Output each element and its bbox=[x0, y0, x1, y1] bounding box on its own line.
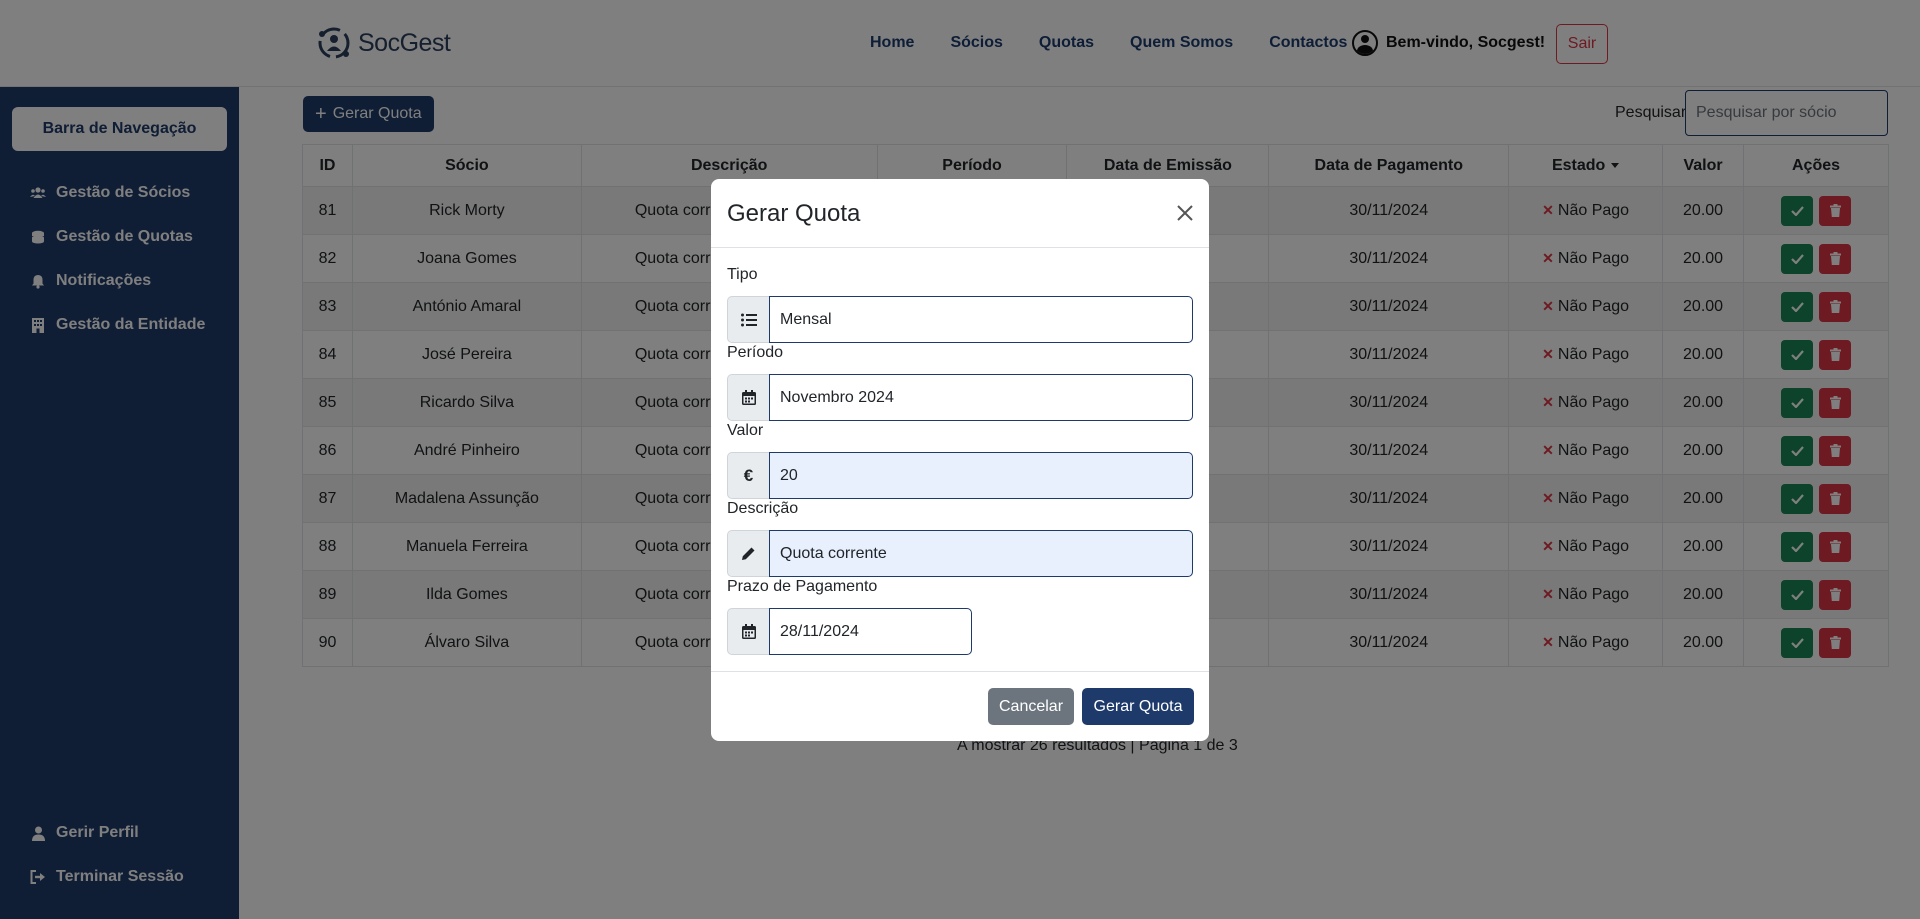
descricao-input-group: Quota corrente bbox=[727, 530, 1193, 577]
valor-label: Valor bbox=[727, 422, 764, 439]
valor-input[interactable]: 20 bbox=[769, 452, 1193, 499]
periodo-input[interactable]: Novembro 2024 bbox=[769, 374, 1193, 421]
submit-generate-quota-button[interactable]: Gerar Quota bbox=[1082, 688, 1194, 725]
euro-icon: € bbox=[727, 452, 769, 499]
modal-title: Gerar Quota bbox=[727, 200, 861, 227]
periodo-input-group: Novembro 2024 bbox=[727, 374, 1193, 421]
tipo-input-group: Mensal bbox=[727, 296, 1193, 343]
prazo-date-input[interactable]: 28/11/2024 bbox=[769, 608, 972, 655]
prazo-input-group: 28/11/2024 bbox=[727, 608, 972, 655]
modal-footer: Cancelar Gerar Quota bbox=[711, 671, 1209, 741]
modal-header: Gerar Quota bbox=[711, 179, 1209, 248]
periodo-label: Período bbox=[727, 344, 784, 361]
close-icon[interactable] bbox=[1173, 201, 1197, 225]
prazo-label: Prazo de Pagamento bbox=[727, 578, 878, 595]
pencil-icon bbox=[727, 530, 769, 577]
generate-quota-modal: Gerar Quota Tipo Mensal Período Novembro… bbox=[711, 179, 1209, 741]
descricao-label: Descrição bbox=[727, 500, 799, 517]
tipo-select[interactable]: Mensal bbox=[769, 296, 1193, 343]
calendar-icon bbox=[727, 608, 769, 655]
calendar-icon bbox=[727, 374, 769, 421]
descricao-input[interactable]: Quota corrente bbox=[769, 530, 1193, 577]
valor-input-group: € 20 bbox=[727, 452, 1193, 499]
tipo-label: Tipo bbox=[727, 266, 758, 283]
cancel-button[interactable]: Cancelar bbox=[988, 688, 1074, 725]
list-icon bbox=[727, 296, 769, 343]
